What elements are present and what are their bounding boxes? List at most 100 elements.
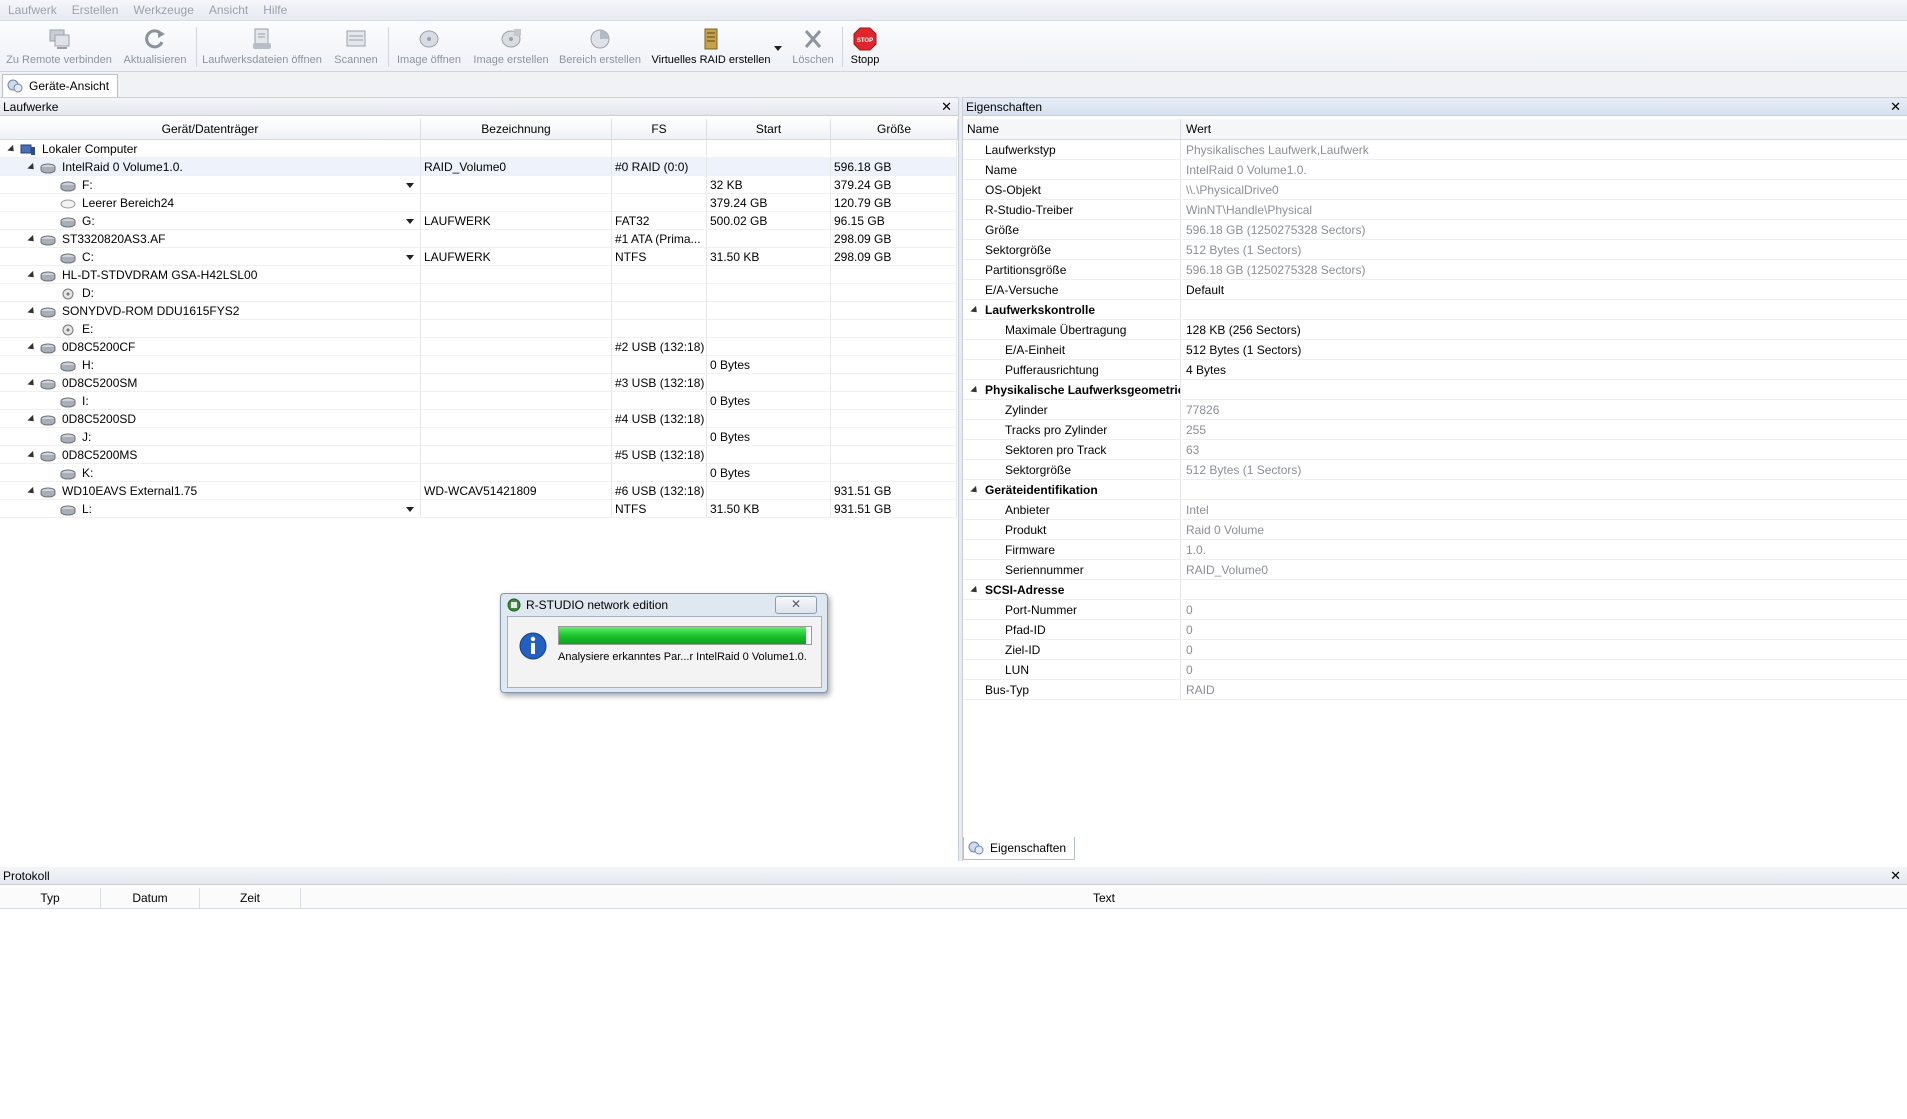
- property-row[interactable]: Größe 596.18 GB (1250275328 Sectors): [963, 220, 1907, 240]
- col-type[interactable]: Typ: [0, 888, 101, 908]
- dialog-close-button[interactable]: ✕: [775, 596, 817, 614]
- property-row[interactable]: Ziel-ID 0: [963, 640, 1907, 660]
- table-row[interactable]: H: 0 Bytes: [0, 356, 957, 374]
- property-value[interactable]: 512 Bytes (1 Sectors): [1182, 340, 1907, 360]
- expand-toggle-icon[interactable]: [27, 235, 37, 245]
- create-region-button[interactable]: Bereich erstellen: [558, 24, 642, 70]
- table-row[interactable]: 0D8C5200MS #5 USB (132:18): [0, 446, 957, 464]
- table-row[interactable]: G: LAUFWERK FAT32 500.02 GB 96.15 GB: [0, 212, 957, 230]
- menu-ansicht[interactable]: Ansicht: [201, 0, 255, 17]
- property-value[interactable]: 4 Bytes: [1182, 360, 1907, 380]
- expand-toggle-icon[interactable]: [27, 487, 37, 497]
- expand-toggle-icon[interactable]: [27, 379, 37, 389]
- col-date[interactable]: Datum: [101, 888, 200, 908]
- property-row[interactable]: Sektorgröße 512 Bytes (1 Sectors): [963, 240, 1907, 260]
- property-row[interactable]: Maximale Übertragung 128 KB (256 Sectors): [963, 320, 1907, 340]
- property-value[interactable]: Default: [1182, 280, 1907, 300]
- property-row[interactable]: LUN 0: [963, 660, 1907, 680]
- property-row[interactable]: Port-Nummer 0: [963, 600, 1907, 620]
- tab-properties[interactable]: Eigenschaften: [963, 837, 1076, 860]
- property-row[interactable]: Zylinder 77826: [963, 400, 1907, 420]
- property-row[interactable]: E/A-Versuche Default: [963, 280, 1907, 300]
- chevron-down-icon[interactable]: [406, 219, 414, 224]
- property-row[interactable]: Laufwerkstyp Physikalisches Laufwerk,Lauf…: [963, 140, 1907, 160]
- table-row[interactable]: 0D8C5200SD #4 USB (132:18): [0, 410, 957, 428]
- chevron-down-icon[interactable]: [406, 255, 414, 260]
- col-size[interactable]: Größe: [831, 119, 958, 139]
- menu-erstellen[interactable]: Erstellen: [64, 0, 126, 17]
- table-row[interactable]: 0D8C5200SM #3 USB (132:18): [0, 374, 957, 392]
- col-time[interactable]: Zeit: [200, 888, 301, 908]
- property-group[interactable]: Geräteidentifikation: [963, 480, 1907, 500]
- table-row[interactable]: F: 32 KB 379.24 GB: [0, 176, 957, 194]
- tab-device-view[interactable]: Geräte-Ansicht: [2, 74, 119, 97]
- delete-button[interactable]: Löschen: [788, 24, 838, 70]
- property-group[interactable]: Laufwerkskontrolle: [963, 300, 1907, 320]
- expand-toggle-icon[interactable]: [27, 343, 37, 353]
- property-row[interactable]: Firmware 1.0.: [963, 540, 1907, 560]
- table-row[interactable]: D:: [0, 284, 957, 302]
- expand-toggle-icon[interactable]: [27, 415, 37, 425]
- property-value[interactable]: 128 KB (256 Sectors): [1182, 320, 1907, 340]
- col-label[interactable]: Bezeichnung: [421, 119, 612, 139]
- table-row[interactable]: ST3320820AS3.AF #1 ATA (Prima... 298.09 GB: [0, 230, 957, 248]
- table-row[interactable]: SONYDVD-ROM DDU1615FYS2: [0, 302, 957, 320]
- col-fs[interactable]: FS: [612, 119, 707, 139]
- property-row[interactable]: Anbieter Intel: [963, 500, 1907, 520]
- close-icon[interactable]: ✕: [941, 98, 952, 116]
- property-row[interactable]: OS-Objekt \\.\PhysicalDrive0: [963, 180, 1907, 200]
- table-row[interactable]: L: NTFS 31.50 KB 931.51 GB: [0, 500, 957, 518]
- property-row[interactable]: Partitionsgröße 596.18 GB (1250275328 Sec…: [963, 260, 1907, 280]
- property-row[interactable]: E/A-Einheit 512 Bytes (1 Sectors): [963, 340, 1907, 360]
- expand-toggle-icon[interactable]: [27, 163, 37, 173]
- menu-laufwerk[interactable]: Laufwerk: [0, 0, 64, 17]
- connect-remote-button[interactable]: Zu Remote verbinden: [6, 24, 112, 70]
- property-group[interactable]: SCSI-Adresse: [963, 580, 1907, 600]
- stop-button[interactable]: STOP Stopp: [846, 24, 884, 70]
- table-row[interactable]: J: 0 Bytes: [0, 428, 957, 446]
- property-row[interactable]: Tracks pro Zylinder 255: [963, 420, 1907, 440]
- property-row[interactable]: Seriennummer RAID_Volume0: [963, 560, 1907, 580]
- property-row[interactable]: Produkt Raid 0 Volume: [963, 520, 1907, 540]
- table-row[interactable]: Lokaler Computer: [0, 140, 957, 158]
- table-row[interactable]: E:: [0, 320, 957, 338]
- col-name[interactable]: Name: [963, 119, 1181, 139]
- table-row[interactable]: I: 0 Bytes: [0, 392, 957, 410]
- property-row[interactable]: Bus-Typ RAID: [963, 680, 1907, 700]
- chevron-down-icon[interactable]: [406, 183, 414, 188]
- menu-werkzeuge[interactable]: Werkzeuge: [125, 0, 200, 17]
- expand-toggle-icon[interactable]: [27, 307, 37, 317]
- refresh-button[interactable]: Aktualisieren: [120, 24, 190, 70]
- property-row[interactable]: Pufferausrichtung 4 Bytes: [963, 360, 1907, 380]
- virtual-raid-button[interactable]: Virtuelles RAID erstellen: [650, 24, 772, 70]
- expand-toggle-icon[interactable]: [27, 271, 37, 281]
- chevron-down-icon[interactable]: [406, 507, 414, 512]
- table-row[interactable]: WD10EAVS External1.75 WD-WCAV51421809 #6 U…: [0, 482, 957, 500]
- virtual-raid-dropdown[interactable]: [774, 24, 788, 70]
- close-icon[interactable]: ✕: [1890, 98, 1901, 116]
- table-row[interactable]: HL-DT-STDVDRAM GSA-H42LSL00: [0, 266, 957, 284]
- menu-hilfe[interactable]: Hilfe: [255, 0, 294, 17]
- col-device[interactable]: Gerät/Datenträger: [0, 119, 421, 139]
- property-group[interactable]: Physikalische Laufwerksgeometrie: [963, 380, 1907, 400]
- open-image-button[interactable]: Image öffnen: [394, 24, 464, 70]
- col-value[interactable]: Wert: [1182, 119, 1907, 139]
- close-icon[interactable]: ✕: [1890, 867, 1901, 885]
- property-row[interactable]: Name IntelRaid 0 Volume1.0.: [963, 160, 1907, 180]
- table-row[interactable]: K: 0 Bytes: [0, 464, 957, 482]
- col-start[interactable]: Start: [707, 119, 831, 139]
- property-row[interactable]: R-Studio-Treiber WinNT\Handle\Physical: [963, 200, 1907, 220]
- property-row[interactable]: Pfad-ID 0: [963, 620, 1907, 640]
- expand-toggle-icon[interactable]: [7, 145, 17, 155]
- table-row[interactable]: C: LAUFWERK NTFS 31.50 KB 298.09 GB: [0, 248, 957, 266]
- table-row[interactable]: 0D8C5200CF #2 USB (132:18): [0, 338, 957, 356]
- property-row[interactable]: Sektoren pro Track 63: [963, 440, 1907, 460]
- expand-toggle-icon[interactable]: [27, 451, 37, 461]
- property-row[interactable]: Sektorgröße 512 Bytes (1 Sectors): [963, 460, 1907, 480]
- create-image-button[interactable]: Image erstellen: [472, 24, 550, 70]
- table-row[interactable]: Leerer Bereich24 379.24 GB 120.79 GB: [0, 194, 957, 212]
- open-drive-files-button[interactable]: Laufwerksdateien öffnen: [201, 24, 323, 70]
- scan-button[interactable]: Scannen: [332, 24, 380, 70]
- col-text[interactable]: Text: [301, 888, 1907, 908]
- table-row[interactable]: IntelRaid 0 Volume1.0. RAID_Volume0 #0 RAI…: [0, 158, 957, 176]
